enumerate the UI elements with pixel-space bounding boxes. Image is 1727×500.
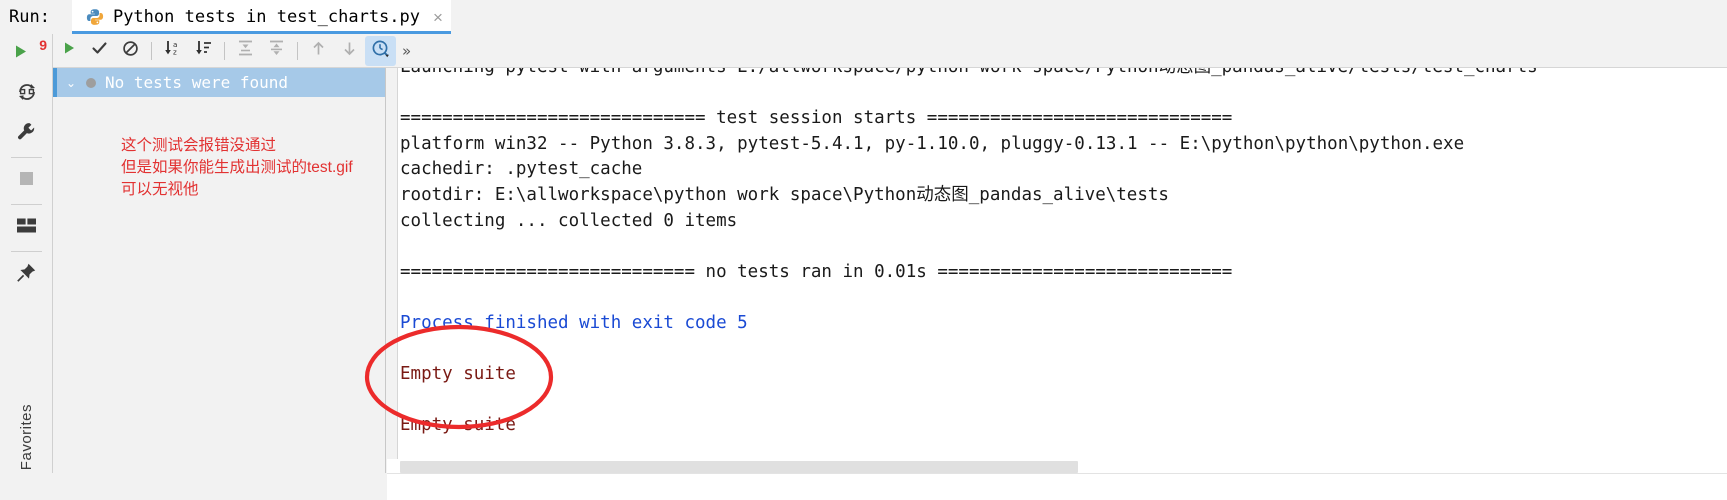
note-line-3: 可以无视他 [121, 181, 199, 198]
failed-count-badge: 9 [39, 37, 47, 53]
console-line: Empty suite [400, 364, 516, 385]
toolbar-overflow-button[interactable]: » [402, 42, 411, 60]
panel-bottom-strip [0, 473, 387, 500]
wrench-icon [16, 121, 37, 147]
test-toolbar: a z » [53, 34, 1727, 68]
tree-row-label: No tests were found [105, 73, 289, 92]
console-output-panel[interactable]: Launching pytest with arguments E:/allwo… [387, 68, 1727, 459]
horizontal-scrollbar[interactable] [400, 461, 1078, 473]
toolbar-separator [151, 41, 152, 60]
rerun-button[interactable] [53, 36, 84, 66]
tab-title: Python tests in test_charts.py [112, 7, 420, 27]
clock-history-icon [371, 39, 390, 63]
rerun-tests-button[interactable]: 9 [0, 34, 53, 74]
checkmark-icon [91, 40, 108, 62]
console-line: platform win32 -- Python 3.8.3, pytest-5… [400, 133, 1465, 154]
arrow-up-icon [310, 40, 327, 62]
favorites-label: Favorites [18, 403, 35, 470]
layout-button[interactable] [0, 208, 53, 248]
test-tree-panel: ⌄ No tests were found 这个测试会报错没通过 但是如果你能生… [53, 68, 386, 442]
sort-by-duration-button[interactable] [188, 36, 219, 66]
rerun-failed-button[interactable] [0, 74, 53, 114]
no-entry-icon [122, 40, 139, 62]
rail-divider [10, 251, 42, 252]
note-line-1: 这个测试会报错没通过 [121, 137, 277, 154]
sort-duration-icon [194, 39, 213, 62]
console-line: Process finished with exit code 5 [400, 312, 748, 333]
console-line: Empty suite [400, 415, 516, 436]
gray-dot-icon [86, 77, 96, 88]
console-gutter [387, 68, 398, 459]
svg-text:z: z [173, 48, 177, 57]
collapse-all-button[interactable] [261, 36, 292, 66]
left-rail: 9 Favorites [0, 34, 53, 500]
console-line: ============================ no tests ra… [400, 261, 1233, 282]
tree-row-no-tests-found[interactable]: ⌄ No tests were found [53, 68, 385, 97]
run-tool-window: Run: Python tests in test_charts.py × a … [0, 0, 1727, 500]
rerun-loop-icon [16, 81, 38, 108]
arrow-down-icon [341, 40, 358, 62]
stop-button[interactable] [0, 161, 53, 201]
run-label: Run: [9, 7, 50, 27]
show-passed-button[interactable] [84, 36, 115, 66]
sort-alpha-icon: a z [163, 39, 182, 62]
close-icon[interactable]: × [433, 9, 443, 26]
sort-alphabetically-button[interactable]: a z [157, 36, 188, 66]
expand-all-icon [236, 39, 255, 62]
handwritten-note: 这个测试会报错没通过 但是如果你能生成出测试的test.gif 可以无视他 [121, 135, 385, 201]
layout-icon [16, 217, 37, 239]
play-icon [61, 40, 77, 61]
tab-bar: Run: Python tests in test_charts.py × [0, 0, 1727, 34]
show-ignored-button[interactable] [115, 36, 146, 66]
console-text: Launching pytest with arguments E:/allwo… [400, 68, 1538, 439]
play-with-badge-icon [15, 42, 39, 67]
expand-all-button[interactable] [230, 36, 261, 66]
console-bottom-strip [387, 473, 1727, 500]
console-line: ============================= test sessi… [400, 108, 1233, 129]
note-line-2: 但是如果你能生成出测试的test.gif [121, 159, 353, 176]
console-line: Launching pytest with arguments E:/allwo… [400, 68, 1538, 81]
previous-failed-button[interactable] [303, 36, 334, 66]
python-icon [86, 8, 104, 26]
rail-divider [10, 204, 42, 205]
settings-button[interactable] [0, 114, 53, 154]
console-line: collecting ... collected 0 items [400, 210, 738, 231]
collapse-all-icon [267, 39, 286, 62]
test-history-button[interactable] [365, 35, 396, 66]
console-line: cachedir: .pytest_cache [400, 159, 643, 180]
console-line: rootdir: E:\allworkspace\python work spa… [400, 184, 1169, 205]
chevron-down-icon[interactable]: ⌄ [63, 75, 79, 91]
toolbar-separator [297, 41, 298, 60]
pin-icon [16, 262, 37, 288]
tab-python-tests[interactable]: Python tests in test_charts.py × [71, 0, 451, 34]
stop-square-icon [18, 170, 35, 192]
toolbar-separator [224, 41, 225, 60]
pin-tab-button[interactable] [0, 255, 53, 295]
next-failed-button[interactable] [334, 36, 365, 66]
rail-divider [10, 157, 42, 158]
